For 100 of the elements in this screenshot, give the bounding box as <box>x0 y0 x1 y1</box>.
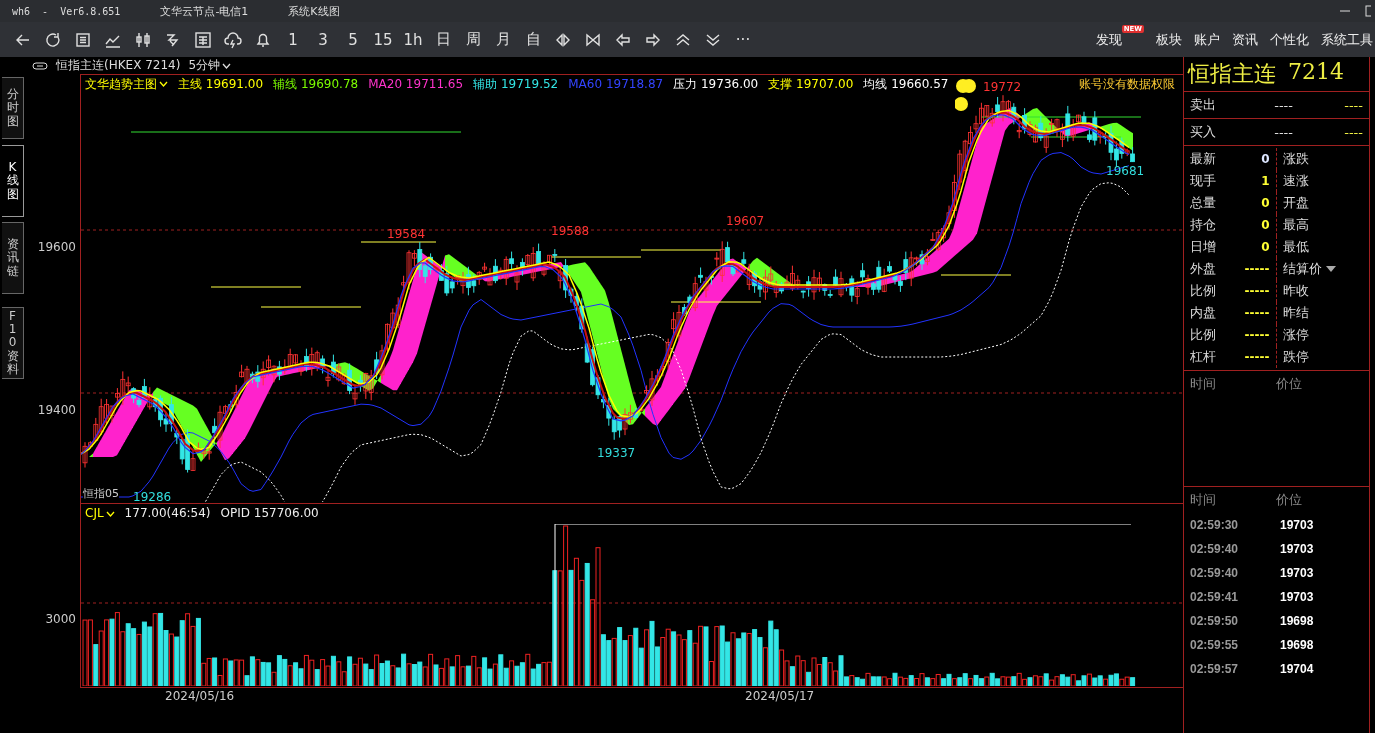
date-label: 2024/05/16 <box>165 689 235 703</box>
quote-label: 比例 <box>1190 282 1216 300</box>
tick-price: 19703 <box>1280 590 1314 604</box>
menu-item[interactable]: 账户 <box>1194 30 1220 49</box>
legend-item: 压力 19736.00 <box>673 75 759 93</box>
column-header: 时间 <box>1190 375 1216 393</box>
date-label: 2024/05/17 <box>745 689 815 703</box>
tick-price: 19703 <box>1280 566 1314 580</box>
quote-value: 1 <box>1261 174 1270 188</box>
dropdown-icon[interactable] <box>1325 266 1336 272</box>
tick-time: 02:59:57 <box>1190 662 1240 676</box>
period-button[interactable]: 自 <box>518 24 548 55</box>
column-header: 价位 <box>1276 375 1302 393</box>
legend-item: 辅助 19719.52 <box>473 75 559 93</box>
side-tab[interactable]: 资讯链 <box>2 222 24 294</box>
quote-value: ----- <box>1244 350 1270 364</box>
period-button[interactable]: 1h <box>398 24 428 55</box>
more-button[interactable]: ··· <box>728 24 758 55</box>
quote-label: 最低 <box>1282 238 1309 256</box>
quote-value: ----- <box>1244 328 1270 342</box>
price-label: 19607 <box>726 214 765 228</box>
period-button[interactable]: 5 <box>338 24 368 55</box>
menu-item[interactable]: 个性化 <box>1270 30 1309 49</box>
window-title: 系统K线图 <box>288 3 340 19</box>
volume-reading: 177.00(46:54) <box>124 506 211 520</box>
tick-time: 02:59:30 <box>1190 518 1240 532</box>
book-label: 买入 <box>1190 123 1216 141</box>
book-label: 卖出 <box>1190 96 1216 114</box>
period-dropdown[interactable]: 5分钟 <box>188 57 232 74</box>
price-label: 19286 <box>133 490 172 504</box>
quote-label: 内盘 <box>1190 304 1216 322</box>
period-button[interactable]: 周 <box>458 24 488 55</box>
axis-label: 3000 <box>45 612 76 626</box>
tick-time: 02:59:55 <box>1190 638 1240 652</box>
quote-label: 开盘 <box>1282 194 1309 212</box>
legend-item: MA60 19718.87 <box>568 77 664 91</box>
legend-item: 主线 19691.00 <box>178 75 264 93</box>
tick-price: 19703 <box>1280 542 1314 556</box>
period-button[interactable]: 月 <box>488 24 518 55</box>
quote-label: 最新 <box>1190 150 1216 168</box>
caret-icon <box>222 62 232 69</box>
server-name: 文华云节点-电信1 <box>160 3 249 19</box>
period-button[interactable]: 3 <box>308 24 338 55</box>
menu-item[interactable]: 板块 <box>1156 30 1182 49</box>
quote-value: ----- <box>1244 306 1270 320</box>
caret-icon <box>159 81 168 87</box>
period-button[interactable]: 日 <box>428 24 458 55</box>
side-tab[interactable]: 分时图 <box>2 77 24 139</box>
quote-label: 总量 <box>1190 194 1216 212</box>
quote-label: 昨结 <box>1282 304 1309 322</box>
side-tab[interactable]: K线图 <box>2 145 24 217</box>
contract-title: 恒指主连 <box>1188 60 1276 88</box>
tick-time: 02:59:40 <box>1190 566 1240 580</box>
axis-label: 19400 <box>37 403 76 417</box>
price-label: 19772 <box>983 80 1022 94</box>
quote-label: 昨收 <box>1282 282 1309 300</box>
quote-label: 结算价 <box>1282 260 1322 278</box>
period-button[interactable]: 15 <box>368 24 398 55</box>
tick-time: 02:59:50 <box>1190 614 1240 628</box>
indicator-dropdown[interactable]: CJL <box>85 506 115 520</box>
book-volume: ---- <box>1343 97 1363 113</box>
legend-item: MA20 19711.65 <box>368 77 464 91</box>
quote-label: 涨停 <box>1282 326 1309 344</box>
tick-time: 02:59:41 <box>1190 590 1240 604</box>
quote-value: 0 <box>1261 218 1270 232</box>
menu-item[interactable]: 资讯 <box>1232 30 1258 49</box>
indicator-dropdown[interactable]: 文华趋势主图 <box>85 75 168 93</box>
column-header: 价位 <box>1276 491 1302 509</box>
price-label: 19681 <box>1106 164 1145 178</box>
legend-item: 辅线 19690.78 <box>273 75 359 93</box>
quote-label: 现手 <box>1190 172 1216 190</box>
tick-price: 19704 <box>1280 662 1314 676</box>
quote-value: ----- <box>1244 284 1270 298</box>
contract-name: 恒指主连(HKEX 7214) <box>56 57 181 74</box>
notice-text: 账号没有数据权限 <box>1079 75 1176 93</box>
app-version: wh6 - Ver6.8.651 <box>12 5 121 17</box>
price-label: 19337 <box>597 446 636 460</box>
period-button[interactable]: 1 <box>278 24 308 55</box>
quote-label: 最高 <box>1282 216 1309 234</box>
column-header: 时间 <box>1190 491 1216 509</box>
tick-price: 19703 <box>1280 518 1314 532</box>
quote-value: ----- <box>1244 262 1270 276</box>
price-label: 19584 <box>387 227 426 241</box>
menu-item[interactable]: 系统工具 <box>1321 30 1373 49</box>
book-price: ---- <box>1273 124 1293 140</box>
quote-label: 杠杆 <box>1190 348 1216 366</box>
open-interest-reading: OPID 157706.00 <box>220 506 319 520</box>
legend-item: 均线 19660.57 <box>863 75 949 93</box>
quote-label: 比例 <box>1190 326 1216 344</box>
book-price: ---- <box>1273 97 1293 113</box>
corner-label: 恒指05 <box>83 486 119 501</box>
menu-item[interactable]: 发现 <box>1095 30 1122 49</box>
quote-value: 0 <box>1261 240 1270 254</box>
quote-label: 日增 <box>1190 238 1216 256</box>
tick-time: 02:59:40 <box>1190 542 1240 556</box>
quote-value: 0 <box>1261 152 1270 166</box>
side-tab[interactable]: F10资料 <box>2 307 24 379</box>
legend-item: 支撑 19707.00 <box>768 75 854 93</box>
caret-icon <box>105 510 115 517</box>
quote-value: 0 <box>1261 196 1270 210</box>
